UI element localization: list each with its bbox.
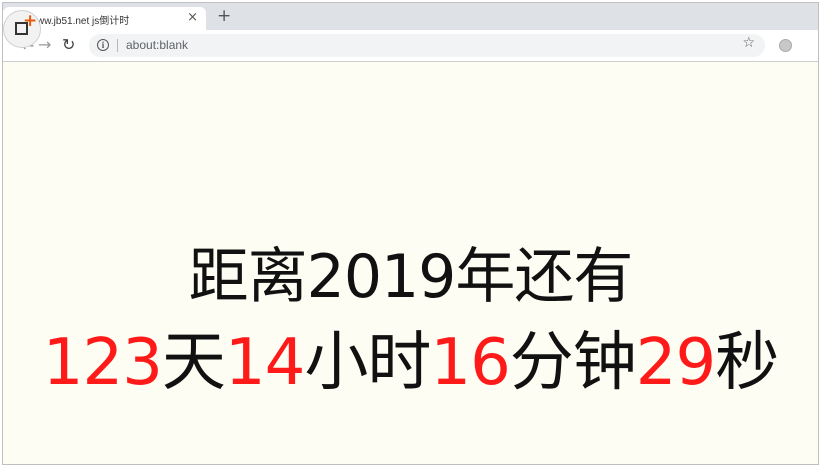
minutes-value: 16 <box>430 326 510 400</box>
close-icon[interactable]: × <box>187 10 198 26</box>
page-content: 距离2019年还有 123天14小时16分钟29秒 <box>3 62 818 464</box>
days-value: 123 <box>42 326 163 400</box>
profile-icon[interactable] <box>779 39 792 52</box>
seconds-unit: 秒 <box>715 326 779 400</box>
browser-window: ww.jb51.net js倒计时 × + ← → ↻ i ☆ 距离2019年还… <box>2 2 819 465</box>
countdown-values: 123天14小时16分钟29秒 <box>3 326 818 400</box>
hours-unit: 小时 <box>304 326 431 400</box>
star-icon[interactable]: ☆ <box>742 35 755 51</box>
forward-icon[interactable]: → <box>38 35 51 54</box>
hours-value: 14 <box>224 326 305 400</box>
reload-icon[interactable]: ↻ <box>62 35 75 54</box>
days-unit: 天 <box>161 326 226 400</box>
countdown-headline: 距离2019年还有 <box>188 242 634 312</box>
url-input[interactable] <box>126 38 686 52</box>
tab-title: ww.jb51.net js倒计时 <box>37 16 130 27</box>
new-tab-button[interactable]: + <box>217 6 231 26</box>
address-bar[interactable]: i ☆ <box>89 34 765 57</box>
minutes-unit: 分钟 <box>509 326 637 400</box>
seconds-value: 29 <box>635 326 716 400</box>
address-separator <box>117 39 118 52</box>
tab-strip: ww.jb51.net js倒计时 × + <box>3 3 818 30</box>
logo-icon: + <box>3 10 41 48</box>
browser-toolbar: ← → ↻ i ☆ <box>3 30 818 62</box>
info-icon[interactable]: i <box>97 39 109 51</box>
